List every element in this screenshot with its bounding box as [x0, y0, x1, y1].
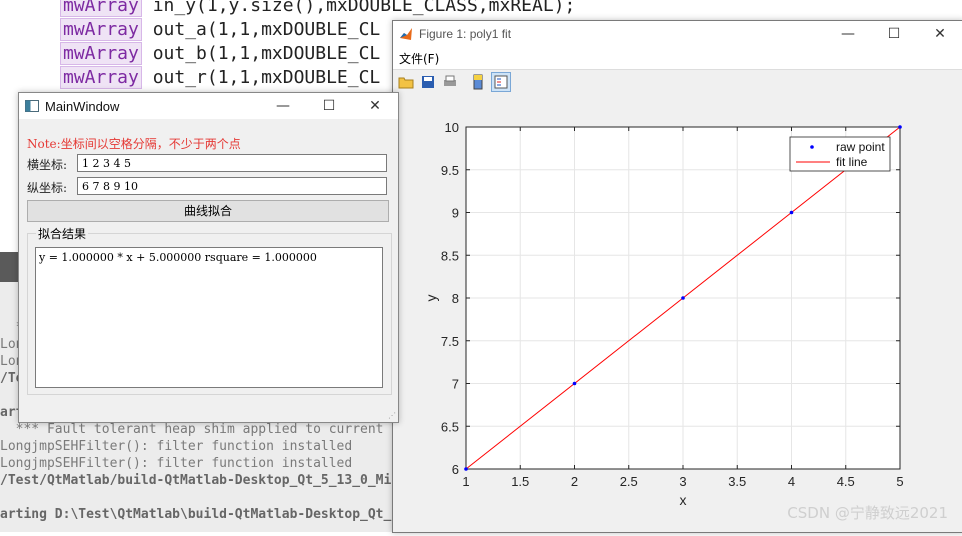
- code-type: mwArray: [60, 66, 142, 89]
- raw-point-marker: [464, 467, 468, 471]
- figure-window[interactable]: Figure 1: poly1 fit — ☐ ✕ 文件(F) 1 1.5 2 2.5…: [392, 20, 962, 533]
- legend-label: fit line: [836, 155, 868, 169]
- close-button[interactable]: ✕: [352, 93, 398, 119]
- code-line: mwArray out_b(1,1,mxDOUBLE_CL: [60, 42, 381, 65]
- figure-title: Figure 1: poly1 fit: [419, 27, 512, 41]
- raw-point-marker: [898, 125, 902, 129]
- y-coordinate-input[interactable]: 6 7 8 9 10: [77, 177, 387, 195]
- colorbar-icon[interactable]: [469, 73, 487, 91]
- code-line: mwArray in_y(1,y.size(),mxDOUBLE_CLASS,m…: [60, 0, 576, 17]
- x-tick-label: 4: [788, 474, 795, 489]
- y-tick-label: 9: [452, 206, 459, 221]
- x-tick-label: 2: [571, 474, 578, 489]
- code-type: mwArray: [60, 18, 142, 41]
- legend-icon[interactable]: [491, 72, 511, 92]
- curve-fit-button[interactable]: 曲线拟合: [27, 200, 389, 222]
- raw-point-marker: [789, 210, 794, 215]
- x-tick-label: 3.5: [728, 474, 746, 489]
- menu-file[interactable]: 文件(F): [399, 50, 439, 67]
- app-icon: [25, 100, 39, 112]
- maximize-button[interactable]: ☐: [871, 21, 917, 47]
- fit-result-group: 拟合结果 y = 1.000000 * x + 5.000000 rsquare…: [27, 225, 392, 395]
- x-tick-label: 5: [896, 474, 903, 489]
- x-tick-label: 4.5: [837, 474, 855, 489]
- y-tick-label: 8.5: [441, 248, 459, 263]
- legend-marker: [810, 145, 814, 149]
- code-type: mwArray: [60, 0, 142, 17]
- save-icon[interactable]: [419, 73, 437, 91]
- raw-point-marker: [681, 296, 685, 300]
- code-line: mwArray out_r(1,1,mxDOUBLE_CL: [60, 66, 381, 89]
- print-icon[interactable]: [441, 73, 459, 91]
- code-text: out_r(1,1,mxDOUBLE_CL: [141, 67, 381, 88]
- y-tick-label: 6: [452, 462, 459, 477]
- console-line: *** Fault tolerant heap shim applied to …: [0, 422, 384, 437]
- code-type: mwArray: [60, 42, 142, 65]
- console-line: LongjmpSEHFilter(): filter function inst…: [0, 439, 353, 454]
- x-coordinate-label: 横坐标:: [27, 158, 68, 172]
- close-button[interactable]: ✕: [917, 21, 962, 47]
- x-tick-label: 1: [462, 474, 469, 489]
- x-tick-label: 3: [679, 474, 686, 489]
- legend-label: raw point: [836, 140, 885, 154]
- resize-grip-icon[interactable]: ⋰: [388, 411, 396, 420]
- watermark: CSDN @宁静致远2021: [787, 504, 948, 522]
- console-line: /Test/QtMatlab/build-QtMatlab-Desktop_Qt…: [0, 473, 392, 488]
- mainwindow-titlebar[interactable]: MainWindow — ☐ ✕: [19, 93, 398, 119]
- code-text: out_b(1,1,mxDOUBLE_CL: [141, 43, 381, 64]
- note-text: Note:坐标间以空格分隔，不少于两个点: [27, 137, 241, 151]
- minimize-button[interactable]: —: [825, 21, 871, 47]
- mainwindow-title: MainWindow: [45, 98, 120, 114]
- y-tick-label: 9.5: [441, 163, 459, 178]
- fit-result-text[interactable]: y = 1.000000 * x + 5.000000 rsquare = 1.…: [35, 247, 383, 388]
- x-axis-label: x: [680, 492, 687, 508]
- raw-point-marker: [572, 381, 577, 386]
- y-coordinate-label: 纵坐标:: [27, 181, 68, 195]
- minimize-button[interactable]: —: [260, 93, 306, 119]
- y-tick-label: 7: [452, 377, 459, 392]
- console-line: LongjmpSEHFilter(): filter function inst…: [0, 456, 353, 471]
- maximize-button[interactable]: ☐: [306, 93, 352, 119]
- main-window[interactable]: MainWindow — ☐ ✕ Note:坐标间以空格分隔，不少于两个点 横坐…: [18, 92, 399, 423]
- open-icon[interactable]: [397, 73, 415, 91]
- matlab-logo-icon: [399, 27, 413, 41]
- fit-result-title: 拟合结果: [36, 225, 89, 242]
- figure-menubar: 文件(F): [393, 47, 962, 69]
- y-tick-label: 7.5: [441, 334, 459, 349]
- x-coordinate-input[interactable]: 1 2 3 4 5: [77, 154, 387, 172]
- code-line: mwArray out_a(1,1,mxDOUBLE_CL: [60, 18, 381, 41]
- y-axis-label: y: [423, 295, 439, 302]
- figure-titlebar[interactable]: Figure 1: poly1 fit — ☐ ✕: [393, 21, 962, 47]
- code-text: out_a(1,1,mxDOUBLE_CL: [141, 19, 381, 40]
- x-tick-label: 1.5: [511, 474, 529, 489]
- x-tick-label: 2.5: [620, 474, 638, 489]
- plot-area: 1 1.5 2 2.5 3 3.5 4 4.5 5 6 6.5 7 7.5 8 8.5 9 9.5 10 x y raw…: [393, 94, 962, 532]
- code-text: in_y(1,y.size(),mxDOUBLE_CLASS,mxREAL);: [141, 0, 576, 16]
- y-tick-label: 10: [445, 120, 459, 135]
- figure-toolbar: [393, 69, 962, 95]
- chart[interactable]: 1 1.5 2 2.5 3 3.5 4 4.5 5 6 6.5 7 7.5 8 8.5 9 9.5 10 x y raw…: [393, 94, 962, 532]
- y-tick-label: 8: [452, 291, 459, 306]
- y-tick-label: 6.5: [441, 419, 459, 434]
